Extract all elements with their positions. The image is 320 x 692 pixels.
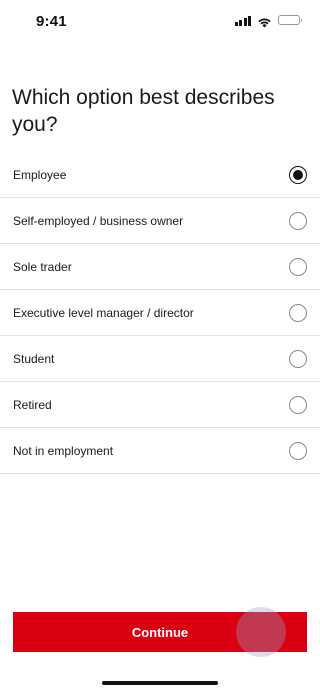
option-label: Employee — [13, 167, 67, 182]
signal-icon — [234, 15, 251, 26]
option-label: Not in employment — [13, 443, 114, 458]
battery-icon — [278, 15, 302, 25]
radio-selected-icon[interactable] — [289, 165, 307, 184]
wifi-icon — [257, 15, 272, 27]
option-not-in-employment[interactable]: Not in employment — [0, 428, 320, 474]
option-label: Executive level manager / director — [13, 305, 194, 320]
option-sole-trader[interactable]: Sole trader — [0, 244, 320, 290]
option-self-employed[interactable]: Self-employed / business owner — [0, 198, 320, 244]
radio-unselected-icon[interactable] — [289, 257, 307, 276]
status-icons — [234, 14, 302, 27]
option-employee[interactable]: Employee — [0, 152, 320, 198]
option-retired[interactable]: Retired — [0, 382, 320, 428]
option-label: Retired — [13, 397, 52, 412]
radio-unselected-icon[interactable] — [289, 211, 307, 230]
radio-unselected-icon[interactable] — [289, 395, 307, 414]
option-executive[interactable]: Executive level manager / director — [0, 290, 320, 336]
option-label: Self-employed / business owner — [13, 213, 184, 228]
option-label: Student — [13, 351, 55, 366]
radio-unselected-icon[interactable] — [289, 303, 307, 322]
page-title: Which option best describes you? — [12, 86, 275, 136]
home-indicator[interactable] — [102, 681, 218, 685]
option-student[interactable]: Student — [0, 336, 320, 382]
radio-unselected-icon[interactable] — [289, 441, 307, 460]
status-bar: 9:41 — [0, 0, 320, 44]
continue-button[interactable]: Continue — [13, 612, 307, 652]
radio-unselected-icon[interactable] — [289, 349, 307, 368]
option-label: Sole trader — [13, 259, 72, 274]
options-list: Employee Self-employed / business owner … — [0, 152, 320, 474]
status-time: 9:41 — [36, 13, 67, 30]
